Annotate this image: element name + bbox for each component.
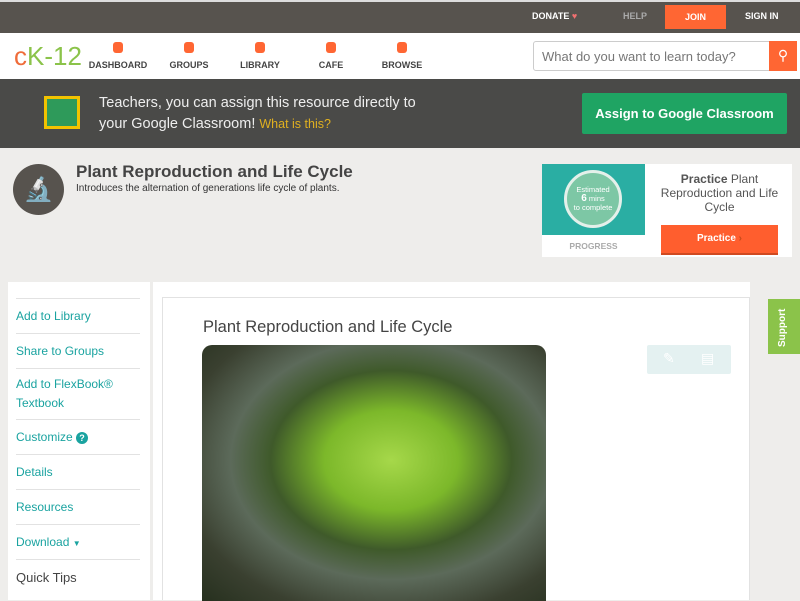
donate-link[interactable]: DONATE ♥ xyxy=(532,11,577,21)
practice-button[interactable]: Practice › xyxy=(661,225,778,255)
share-to-groups[interactable]: Share to Groups xyxy=(16,333,140,368)
practice-title: Practice Plant Reproduction and Life Cyc… xyxy=(660,172,779,214)
google-classroom-banner: Teachers, you can assign this resource d… xyxy=(0,79,800,148)
sidebar: Add to Library Share to Groups Add to Fl… xyxy=(8,282,150,600)
help-link[interactable]: HELP xyxy=(623,11,647,21)
search-input[interactable]: What do you want to learn today? ⚲ xyxy=(533,41,797,71)
cafe-icon xyxy=(326,42,336,53)
library-icon xyxy=(255,42,265,53)
main-nav: cK-12 DASHBOARD GROUPS LIBRARY CAFE BROW… xyxy=(0,33,800,79)
nav-dashboard[interactable]: DASHBOARD xyxy=(83,42,153,70)
details[interactable]: Details xyxy=(16,454,140,489)
ck12-logo[interactable]: cK-12 xyxy=(14,41,82,72)
dashboard-icon xyxy=(113,42,123,53)
nav-library[interactable]: LIBRARY xyxy=(225,42,295,70)
nav-groups[interactable]: GROUPS xyxy=(154,42,224,70)
add-to-flexbook[interactable]: Add to FlexBook® Textbook xyxy=(16,368,140,419)
heart-icon: ♥ xyxy=(571,11,578,21)
add-to-library[interactable]: Add to Library xyxy=(16,298,140,333)
search-button[interactable]: ⚲ xyxy=(769,41,797,71)
pencil-icon[interactable]: ✎ xyxy=(663,350,675,367)
customize[interactable]: Customize ? xyxy=(16,419,140,454)
microscope-icon: 🔬 xyxy=(13,164,64,215)
resources[interactable]: Resources xyxy=(16,489,140,524)
caret-down-icon: ▼ xyxy=(72,539,81,548)
browse-icon xyxy=(397,42,407,53)
what-is-this-link[interactable]: What is this? xyxy=(259,117,331,131)
sign-in-link[interactable]: SIGN IN xyxy=(745,11,779,21)
practice-card: Estimated 6 mins to complete PROGRESS Prac… xyxy=(542,164,792,257)
annotation-tools: ✎ ▤ xyxy=(647,345,731,374)
main-content: Plant Reproduction and Life Cycle ✎ ▤ xyxy=(153,282,750,601)
page-title: Plant Reproduction and Life Cycle xyxy=(76,162,353,181)
quick-tips[interactable]: Quick Tips xyxy=(16,559,140,595)
top-bar: DONATE ♥ HELP JOIN SIGN IN xyxy=(0,0,800,33)
search-icon: ⚲ xyxy=(777,47,789,63)
nav-browse[interactable]: BROWSE xyxy=(367,42,437,70)
practice-image: Estimated 6 mins to complete xyxy=(542,164,645,235)
groups-icon xyxy=(184,42,194,53)
content-title: Plant Reproduction and Life Cycle xyxy=(203,318,453,336)
chevron-right-icon: › xyxy=(738,233,743,244)
notes-icon[interactable]: ▤ xyxy=(701,350,714,367)
fern-image xyxy=(202,345,546,601)
page-description: Introduces the alternation of generation… xyxy=(76,183,340,194)
join-button[interactable]: JOIN xyxy=(665,5,727,29)
nav-cafe[interactable]: CAFE xyxy=(296,42,366,70)
support-tab[interactable]: Support xyxy=(768,299,800,354)
progress-label: PROGRESS xyxy=(569,241,618,251)
help-icon[interactable]: ? xyxy=(76,432,89,444)
assign-google-classroom-button[interactable]: Assign to Google Classroom xyxy=(582,93,787,134)
download[interactable]: Download ▼ xyxy=(16,524,140,559)
google-classroom-icon xyxy=(44,96,80,129)
